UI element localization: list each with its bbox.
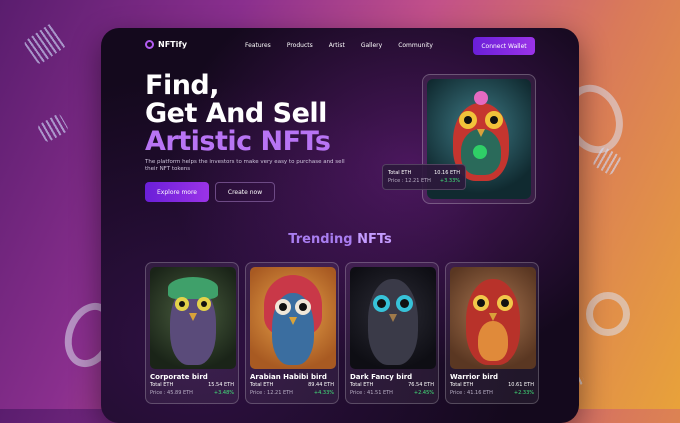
nav-links: Features Products Artist Gallery Communi…	[245, 42, 449, 49]
hero-description: The platform helps the investors to make…	[145, 159, 345, 172]
decorative-ring	[586, 292, 630, 336]
hero-title-line1: Find,	[145, 70, 220, 101]
decorative-stripes	[23, 22, 67, 66]
decorative-stripes	[36, 112, 70, 144]
nft-price: Price : 45.89 ETH	[150, 390, 193, 396]
nft-image	[350, 267, 436, 369]
nft-total-label: Total ETH	[450, 382, 474, 388]
nft-name: Warrior bird	[450, 373, 499, 381]
nft-change: +2.45%	[413, 390, 434, 396]
nft-price: Price : 12.21 ETH	[250, 390, 293, 396]
trending-title: Trending NFTs	[101, 232, 579, 247]
nft-total: 10.61 ETH	[508, 382, 534, 388]
connect-wallet-button[interactable]: Connect Wallet	[473, 37, 535, 55]
logo-icon	[145, 40, 154, 49]
stat-price: Price : 12.21 ETH	[388, 178, 431, 184]
nft-change: +2.33%	[513, 390, 534, 396]
nft-change: +3.48%	[213, 390, 234, 396]
nft-total-label: Total ETH	[250, 382, 274, 388]
trending-title-accent: NFTs	[357, 232, 392, 247]
nft-card[interactable]: Dark Fancy bird Total ETH 76.54 ETH Price…	[345, 262, 439, 404]
hero-title: Find, Get And Sell Artistic NFTs	[145, 70, 331, 157]
nft-image	[450, 267, 536, 369]
nft-total-label: Total ETH	[150, 382, 174, 388]
nft-total: 15.54 ETH	[208, 382, 234, 388]
stat-label: Total ETH	[388, 170, 412, 176]
nft-price: Price : 41.16 ETH	[450, 390, 493, 396]
nav-link-gallery[interactable]: Gallery	[361, 42, 382, 49]
hero-title-accent: Artistic NFTs	[145, 126, 331, 157]
trending-cards: Corporate bird Total ETH 15.54 ETH Price …	[145, 262, 539, 404]
nft-name: Corporate bird	[150, 373, 208, 381]
nft-name: Arabian Habibi bird	[250, 373, 327, 381]
stat-change: +3.33%	[439, 178, 460, 184]
nft-image	[250, 267, 336, 369]
brand-name: NFTify	[158, 40, 188, 49]
navbar: NFTify Features Products Artist Gallery …	[101, 28, 579, 64]
website-preview: NFTify Features Products Artist Gallery …	[101, 28, 579, 423]
nft-card[interactable]: Arabian Habibi bird Total ETH 89.44 ETH P…	[245, 262, 339, 404]
hero-title-line2: Get And Sell	[145, 98, 327, 129]
explore-more-button[interactable]: Explore more	[145, 182, 209, 202]
nav-link-features[interactable]: Features	[245, 42, 271, 49]
brand-logo[interactable]: NFTify	[145, 40, 187, 49]
nft-total: 89.44 ETH	[308, 382, 334, 388]
nav-link-community[interactable]: Community	[398, 42, 433, 49]
stat-value: 10.16 ETH	[434, 170, 460, 176]
nft-change: +4.33%	[313, 390, 334, 396]
nft-image	[150, 267, 236, 369]
nav-link-products[interactable]: Products	[287, 42, 313, 49]
nav-link-artist[interactable]: Artist	[329, 42, 345, 49]
nft-total-label: Total ETH	[350, 382, 374, 388]
create-now-button[interactable]: Create now	[215, 182, 275, 202]
nft-name: Dark Fancy bird	[350, 373, 413, 381]
nft-price: Price : 41.51 ETH	[350, 390, 393, 396]
nft-card[interactable]: Warrior bird Total ETH 10.61 ETH Price : …	[445, 262, 539, 404]
trending-title-main: Trending	[288, 232, 353, 247]
nft-card[interactable]: Corporate bird Total ETH 15.54 ETH Price …	[145, 262, 239, 404]
nft-total: 76.54 ETH	[408, 382, 434, 388]
featured-stat-panel: Total ETH 10.16 ETH Price : 12.21 ETH +3…	[382, 164, 466, 190]
